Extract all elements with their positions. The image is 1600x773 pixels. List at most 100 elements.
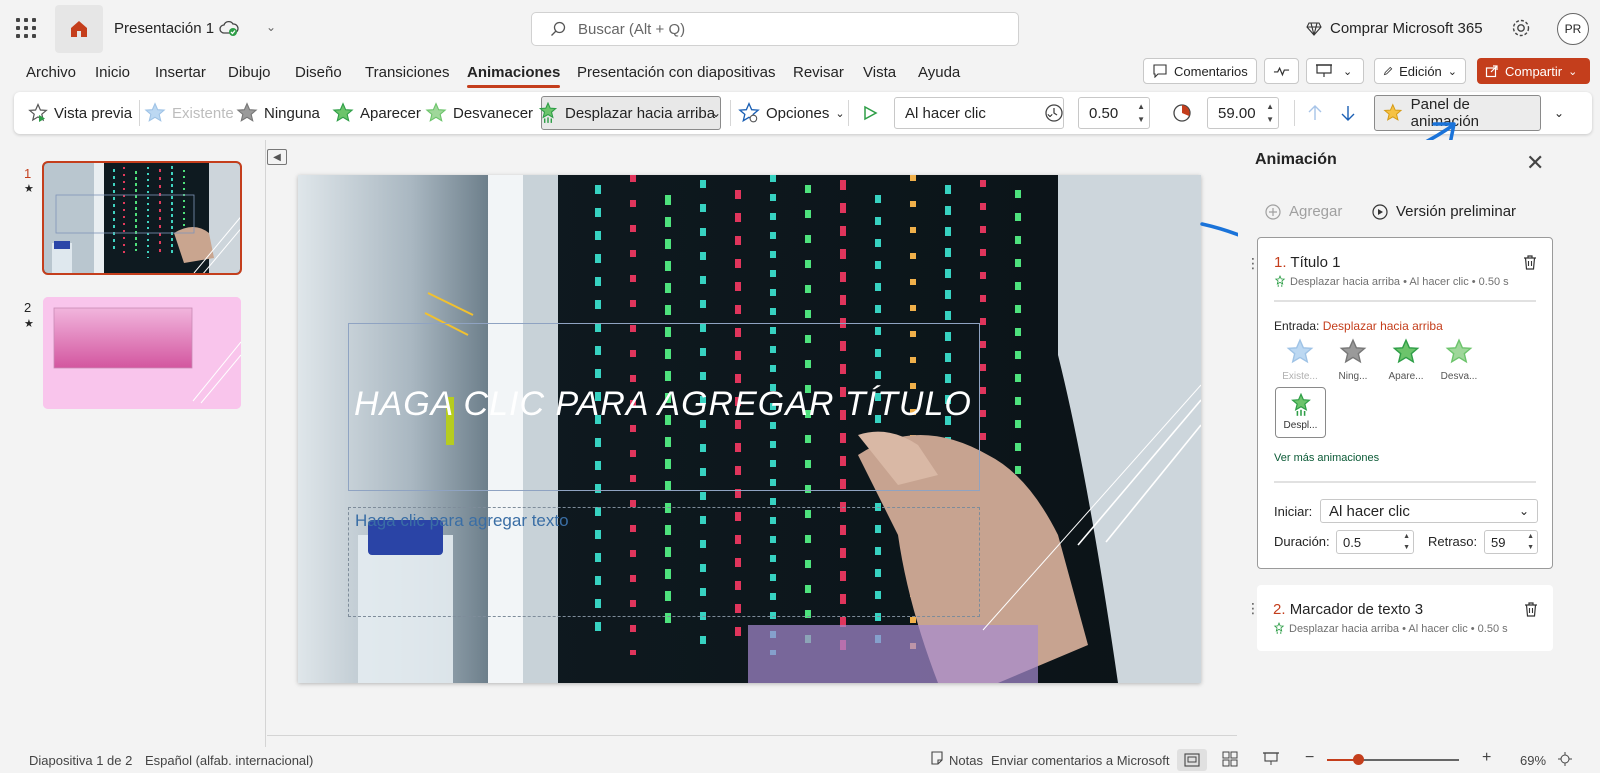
effect-appear[interactable]: Aparecer: [332, 92, 421, 134]
normal-view-icon[interactable]: [1177, 749, 1207, 771]
close-icon[interactable]: ✕: [1526, 150, 1544, 176]
buy-microsoft-365-button[interactable]: Comprar Microsoft 365: [1306, 20, 1483, 37]
duration-value: 0.50: [1089, 104, 1119, 122]
feedback-link[interactable]: Enviar comentarios a Microsoft: [991, 753, 1169, 768]
trash-icon[interactable]: [1522, 254, 1538, 274]
title-placeholder-text: HAGA CLIC PARA AGREGAR TÍTULO: [354, 385, 972, 423]
effect-options-button[interactable]: Opciones ⌄: [738, 92, 845, 134]
slide-thumbnails-pane: 1 ★ 2 ★: [0, 140, 266, 747]
effect-existing-option: Existe...: [1276, 338, 1324, 382]
search-input[interactable]: Buscar (Alt + Q): [531, 12, 1019, 46]
effect-flyup-option-selected[interactable]: Despl...: [1275, 387, 1326, 438]
start-dropdown[interactable]: Al hacer clic ⌄: [894, 97, 1064, 129]
slide-thumbnail-1[interactable]: [42, 161, 242, 275]
animation-item-1[interactable]: 1. Título 1 Desplazar hacia arriba • Al …: [1257, 237, 1553, 569]
comments-button[interactable]: Comentarios: [1143, 58, 1257, 84]
tab-archivo[interactable]: Archivo: [26, 64, 76, 81]
tab-insertar[interactable]: Insertar: [155, 64, 206, 81]
home-icon[interactable]: [55, 5, 103, 53]
effect-label: Despl...: [1283, 420, 1318, 431]
effects-gallery-chevron-icon[interactable]: ⌄: [711, 92, 721, 134]
effect-flyup[interactable]: Desplazar hacia arriba: [537, 92, 715, 134]
chevron-down-icon[interactable]: ⌄: [1343, 65, 1352, 78]
slide-thumbnail-2[interactable]: [43, 297, 241, 409]
animation-item-2[interactable]: 2. Marcador de texto 3 Desplazar hacia a…: [1257, 585, 1553, 651]
preview-button[interactable]: Versión preliminar: [1372, 203, 1516, 220]
app-launcher-icon[interactable]: [14, 16, 38, 40]
tab-presentacion[interactable]: Presentación con diapositivas: [577, 64, 775, 81]
tab-revisar[interactable]: Revisar: [793, 64, 844, 81]
duration-input[interactable]: 0.50 ▲ ▼: [1078, 97, 1150, 129]
spinner-arrows-icon[interactable]: ▲ ▼: [1403, 531, 1410, 553]
animation-item-number: 1.: [1274, 254, 1287, 271]
spinner-arrows-icon[interactable]: ▲ ▼: [1137, 100, 1145, 126]
animation-item-detail-text: Desplazar hacia arriba • Al hacer clic •…: [1290, 275, 1509, 288]
zoom-slider-thumb[interactable]: [1353, 754, 1364, 765]
tab-ayuda[interactable]: Ayuda: [918, 64, 960, 81]
start-label: Iniciar:: [1274, 504, 1313, 519]
divider: [1274, 481, 1536, 483]
start-select[interactable]: Al hacer clic ⌄: [1320, 499, 1538, 523]
animation-pane: Animación ✕ Agregar Versión preliminar ⋮…: [1238, 140, 1600, 747]
menu-bar: Archivo Inicio Insertar Dibujo Diseño Tr…: [0, 56, 1600, 88]
language-indicator[interactable]: Español (alfab. internacional): [145, 753, 313, 768]
tab-diseno[interactable]: Diseño: [295, 64, 342, 81]
tab-transiciones[interactable]: Transiciones: [365, 64, 449, 81]
slide-canvas[interactable]: HAGA CLIC PARA AGREGAR TÍTULO Haga clic …: [298, 175, 1201, 683]
add-label: Agregar: [1289, 203, 1343, 220]
effect-fade-option[interactable]: Desva...: [1435, 338, 1483, 382]
zoom-level[interactable]: 69%: [1520, 753, 1546, 768]
more-animations-link[interactable]: Ver más animaciones: [1274, 452, 1379, 464]
star-icon: [425, 102, 447, 122]
notes-icon[interactable]: [930, 751, 944, 768]
notes-button[interactable]: Notas: [949, 753, 983, 768]
chevron-down-icon: ⌄: [1518, 504, 1529, 518]
tab-inicio[interactable]: Inicio: [95, 64, 130, 81]
duration-field[interactable]: 0.5 ▲ ▼: [1336, 530, 1414, 554]
move-earlier-icon[interactable]: [1307, 92, 1323, 134]
preview-button[interactable]: Vista previa: [28, 92, 132, 134]
effect-appear-option[interactable]: Apare...: [1382, 338, 1430, 382]
effect-label: Existe...: [1282, 371, 1318, 382]
flyup-label: Desplazar hacia arriba: [565, 104, 716, 122]
zoom-out-icon[interactable]: −: [1305, 749, 1314, 767]
effect-none-option[interactable]: Ning...: [1329, 338, 1377, 382]
share-label: Compartir: [1505, 63, 1563, 79]
spinner-arrows-icon[interactable]: ▲ ▼: [1527, 531, 1534, 553]
spinner-arrows-icon[interactable]: ▲ ▼: [1266, 100, 1274, 126]
zoom-in-icon[interactable]: +: [1482, 749, 1491, 767]
tab-dibujo[interactable]: Dibujo: [228, 64, 271, 81]
delay-label: Retraso:: [1428, 534, 1478, 549]
slide-sorter-icon[interactable]: [1222, 751, 1238, 770]
present-button[interactable]: ⌄: [1306, 58, 1364, 84]
delay-field[interactable]: 59 ▲ ▼: [1484, 530, 1538, 554]
ribbon-divider: [1294, 100, 1295, 126]
buy-label: Comprar Microsoft 365: [1330, 20, 1483, 37]
present-icon: [1316, 64, 1332, 77]
tab-animaciones[interactable]: Animaciones: [467, 64, 561, 88]
move-later-icon[interactable]: [1340, 92, 1356, 134]
fit-slide-icon[interactable]: [1557, 751, 1573, 770]
effect-none[interactable]: Ninguna: [236, 92, 320, 134]
collapse-thumbnails-icon[interactable]: ◀: [267, 149, 287, 165]
slide-number: 1: [24, 166, 32, 181]
trash-icon[interactable]: [1523, 601, 1539, 621]
start-select-value: Al hacer clic: [1329, 502, 1410, 520]
ribbon-expand-chevron-icon[interactable]: ⌄: [1554, 92, 1564, 134]
activity-button[interactable]: [1264, 58, 1299, 84]
delay-input[interactable]: 59.00 ▲ ▼: [1207, 97, 1279, 129]
share-button[interactable]: Compartir ⌄: [1477, 58, 1590, 84]
slide-indicator: Diapositiva 1 de 2: [29, 753, 133, 768]
gear-icon[interactable]: [1510, 17, 1532, 42]
slideshow-icon[interactable]: [1262, 751, 1280, 770]
document-title[interactable]: Presentación 1: [114, 20, 214, 37]
chevron-down-icon[interactable]: ⌄: [266, 20, 276, 34]
tab-vista[interactable]: Vista: [863, 64, 896, 81]
search-icon: [551, 21, 566, 36]
avatar[interactable]: PR: [1557, 13, 1589, 45]
animation-item-detail-text: Desplazar hacia arriba • Al hacer clic •…: [1289, 622, 1508, 635]
pencil-icon: [1383, 66, 1393, 76]
cloud-saved-icon[interactable]: [218, 18, 240, 41]
edit-mode-button[interactable]: Edición ⌄: [1374, 58, 1466, 84]
effect-fade[interactable]: Desvanecer: [425, 92, 533, 134]
